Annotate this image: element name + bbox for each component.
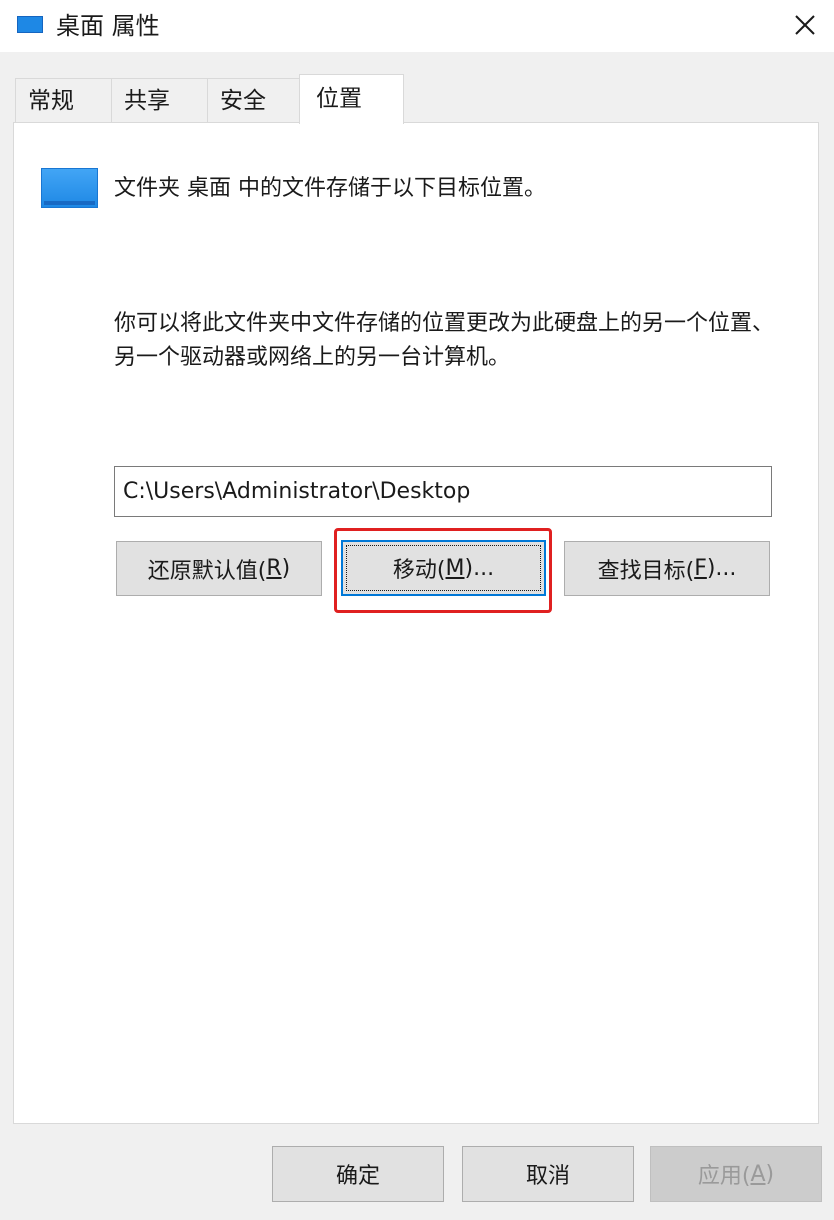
cancel-button[interactable]: 取消 [462,1146,634,1202]
folder-icon [17,16,43,33]
ok-button[interactable]: 确定 [272,1146,444,1202]
title-bar: 桌面 属性 [0,0,834,52]
move-label: 移动( [392,558,446,583]
location-description: 你可以将此文件夹中文件存储的位置更改为此硬盘上的另一个位置、另一个驱动器或网络上… [114,311,775,370]
apply-hotkey: A [750,1161,766,1187]
restore-default-label: 还原默认值( [147,558,267,584]
tab-security[interactable]: 安全 [207,78,301,122]
find-target-label: 查找目标( [597,558,695,584]
tab-security-label: 安全 [220,88,266,114]
close-icon [795,15,815,35]
apply-label: 应用( [697,1164,751,1189]
find-target-hotkey: F [694,556,707,581]
apply-button[interactable]: 应用(A) [650,1146,822,1202]
find-target-button[interactable]: 查找目标(F)... [564,541,770,596]
cancel-label: 取消 [525,1164,570,1189]
location-heading: 文件夹 桌面 中的文件存储于以下目标位置。 [114,176,546,201]
close-button[interactable] [784,6,826,44]
path-input[interactable] [114,466,772,517]
move-suffix: )... [464,555,495,581]
folder-icon [41,168,98,208]
tab-sharing[interactable]: 共享 [111,78,208,122]
tab-location-label: 位置 [316,86,362,112]
move-button[interactable]: 移动(M)... [341,540,546,596]
location-panel [13,122,819,1124]
tab-sharing-label: 共享 [124,88,170,114]
ok-label: 确定 [335,1164,380,1189]
restore-default-button[interactable]: 还原默认值(R) [116,541,322,596]
apply-suffix: ) [765,1161,775,1187]
restore-default-hotkey: R [266,556,282,581]
tab-general[interactable]: 常规 [15,78,112,122]
window-title: 桌面 属性 [56,12,160,40]
tab-strip: 常规 共享 安全 位置 [0,74,834,124]
restore-default-suffix: ) [281,556,291,581]
move-hotkey: M [445,555,465,581]
tab-general-label: 常规 [28,88,74,114]
find-target-suffix: )... [706,556,737,581]
tab-location[interactable]: 位置 [299,74,404,124]
